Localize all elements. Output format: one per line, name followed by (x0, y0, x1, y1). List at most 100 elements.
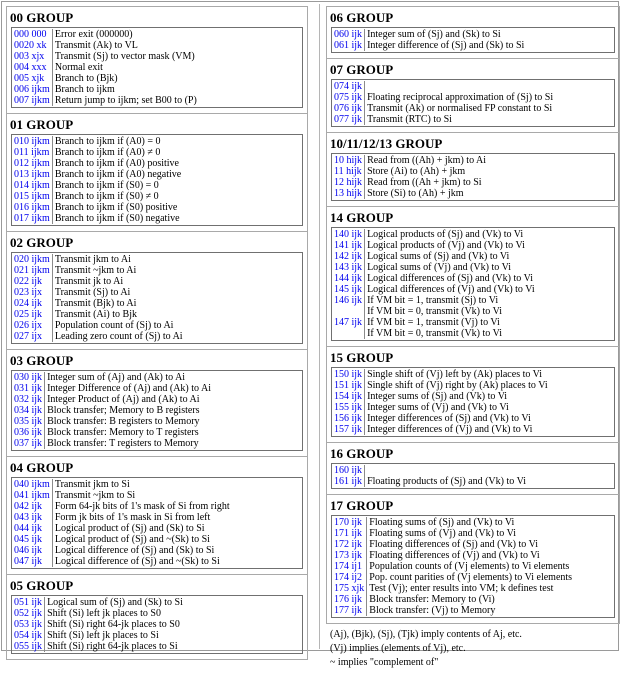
table-row: 061 ijk Integer difference of (Sj) and (S… (333, 40, 525, 51)
table-row: 040 ijkm Transmit jkm to Si (13, 479, 231, 490)
opcode: 027 ijx (13, 331, 53, 342)
description: Floating differences of (Vj) and (Vk) to… (369, 550, 540, 561)
description: Form jk bits of 1's mask in Si from left (54, 512, 211, 523)
table-row: 143 ijk Logical sums of (Vj) and (Vk) to … (333, 262, 536, 273)
group-05: 05 GROUP 051 ijk Logical sum of (Sj) and … (6, 575, 308, 660)
table-row: 012 ijkm Branch to ijkm if (A0) positive (13, 158, 182, 169)
opcode: 042 ijk (13, 501, 53, 512)
opcode: 054 ijk (13, 630, 46, 641)
opcode: 011 ijkm (13, 147, 53, 158)
description: Branch to ijkm if (S0) = 0 (54, 180, 159, 191)
table-row: 156 ijk Integer differences of (Sj) and (… (333, 413, 549, 424)
group-06: 06 GROUP 060 ijk Integer sum of (Sj) and … (326, 6, 620, 59)
group-title: 17 GROUP (330, 498, 394, 513)
opcode: 156 ijk (333, 413, 366, 424)
opcode (333, 306, 366, 317)
table-row: 075 ijk Floating reciprocal approximation… (333, 92, 554, 103)
opcode: 020 ijkm (13, 254, 53, 265)
table-row: 150 ijk Single shift of (Vj) left by (Ak)… (333, 369, 549, 380)
opcode: 142 ijk (333, 251, 366, 262)
group-title: 10/11/12/13 GROUP (330, 136, 443, 151)
table-row: 11 hijk Store (Ai) to (Ah) + jkm (333, 166, 487, 177)
table-row: 037 ijk Block transfer: T registers to Me… (13, 438, 212, 449)
opcode: 055 ijk (13, 641, 46, 652)
opcode: 016 ijkm (13, 202, 53, 213)
description: Integer sum of (Sj) and (Sk) to Si (367, 29, 501, 40)
group-14: 14 GROUP 140 ijk Logical products of (Sj)… (326, 207, 620, 347)
table-row: 157 ijk Integer differences of (Vj) and (… (333, 424, 549, 435)
note-line: ~ implies "complement of" (330, 657, 439, 668)
opcode: 025 ijk (13, 309, 53, 320)
description: Logical sums of (Sj) and (Vk) to Vi (367, 251, 510, 262)
description: Single shift of (Vj) left by (Ak) places… (367, 369, 543, 380)
opcode: 12 hijk (333, 177, 366, 188)
table-row: 026 ijx Population count of (Sj) to Ai (13, 320, 184, 331)
table-row: 036 ijk Block transfer: Memory to T regis… (13, 427, 212, 438)
table-row: 141 ijk Logical products of (Vj) and (Vk)… (333, 240, 536, 251)
opcode: 000 000 (13, 29, 53, 40)
description: Logical differences of (Sj) and (Vk) to … (367, 273, 533, 284)
table-row: 015 ijkm Branch to ijkm if (S0) ≠ 0 (13, 191, 182, 202)
table-row: 021 ijkm Transmit ~jkm to Ai (13, 265, 184, 276)
table-row: 173 ijk Floating differences of (Vj) and … (333, 550, 573, 561)
group-title: 14 GROUP (330, 210, 394, 225)
description: Error exit (000000) (54, 29, 133, 40)
opcode: 013 ijkm (13, 169, 53, 180)
description: Read from ((Ah) + jkm) to Ai (367, 155, 487, 166)
description: Integer difference of (Sj) and (Sk) to S… (367, 40, 525, 51)
opcode: 075 ijk (333, 92, 366, 103)
table-row: 047 ijk Logical difference of (Sj) and ~(… (13, 556, 231, 567)
opcode: 005 xjk (13, 73, 53, 84)
opcode: 051 ijk (13, 597, 46, 608)
group-table: 020 ijkm Transmit jkm to Ai 021 ijkm Trans… (13, 254, 184, 342)
group-10-13: 10/11/12/13 GROUP 10 hijk Read from ((Ah)… (326, 133, 620, 207)
description: Shift (Si) right 64-jk places to Si (47, 641, 178, 652)
opcode: 10 hijk (333, 155, 366, 166)
opcode: 017 ijkm (13, 213, 53, 224)
table-row: 000 000 Error exit (000000) (13, 29, 198, 40)
group-table: 051 ijk Logical sum of (Sj) and (Sk) to S… (13, 597, 184, 652)
opcode: 040 ijkm (13, 479, 53, 490)
opcode: 151 ijk (333, 380, 366, 391)
description: Logical product of (Sj) and (Sk) to Si (54, 523, 205, 534)
table-row: 005 xjk Branch to (Bjk) (13, 73, 198, 84)
opcode: 177 ijk (333, 605, 368, 616)
instruction-set-table: 00 GROUP 000 000 Error exit (000000) 0020… (1, 1, 620, 668)
table-row: 074 ijk (333, 81, 554, 92)
table-row: 046 ijk Logical difference of (Sj) and (S… (13, 545, 231, 556)
opcode: 037 ijk (13, 438, 46, 449)
description: If VM bit = 0, transmit (Vk) to Vi (367, 328, 503, 339)
group-00: 00 GROUP 000 000 Error exit (000000) 0020… (6, 6, 308, 114)
table-row: 154 ijk Integer sums of (Sj) and (Vk) to … (333, 391, 549, 402)
table-row: 052 ijk Shift (Si) left jk places to S0 (13, 608, 184, 619)
description: Normal exit (54, 62, 103, 73)
table-row: 176 ijk Block transfer: Memory to (Vi) (333, 594, 573, 605)
table-row: 043 ijk Form jk bits of 1's mask in Si fr… (13, 512, 231, 523)
table-row: 146 ijk If VM bit = 1, transmit (Sj) to V… (333, 295, 536, 306)
description: Form 64-jk bits of 1's mask of Si from r… (54, 501, 230, 512)
group-02: 02 GROUP 020 ijkm Transmit jkm to Ai 021 … (6, 232, 308, 350)
description: Population counts of (Vj elements) to Vi… (369, 561, 570, 572)
group-title: 00 GROUP (10, 10, 74, 25)
table-row: 076 ijk Transmit (Ak) or normalised FP co… (333, 103, 554, 114)
opcode: 143 ijk (333, 262, 366, 273)
opcode: 034 ijk (13, 405, 46, 416)
opcode: 006 ijkm (13, 84, 53, 95)
opcode: 003 xjx (13, 51, 53, 62)
description: Branch to ijkm if (S0) negative (54, 213, 180, 224)
description: Logical products of (Vj) and (Vk) to Vi (367, 240, 525, 251)
table-row: 023 ijx Transmit (Sj) to Ai (13, 287, 184, 298)
opcode: 053 ijk (13, 619, 46, 630)
opcode: 174 ij1 (333, 561, 368, 572)
opcode: 0020 xk (13, 40, 53, 51)
description: Store (Ai) to (Ah) + jkm (367, 166, 466, 177)
description: Shift (Si) right 64-jk places to S0 (47, 619, 180, 630)
table-row: 020 ijkm Transmit jkm to Ai (13, 254, 184, 265)
opcode: 141 ijk (333, 240, 366, 251)
description: Integer Difference of (Aj) and (Ak) to A… (47, 383, 211, 394)
table-row: 022 ijk Transmit jk to Ai (13, 276, 184, 287)
group-table: 030 ijk Integer sum of (Aj) and (Ak) to A… (13, 372, 212, 449)
description: Logical sum of (Sj) and (Sk) to Si (47, 597, 183, 608)
opcode: 171 ijk (333, 528, 368, 539)
group-title: 03 GROUP (10, 353, 74, 368)
